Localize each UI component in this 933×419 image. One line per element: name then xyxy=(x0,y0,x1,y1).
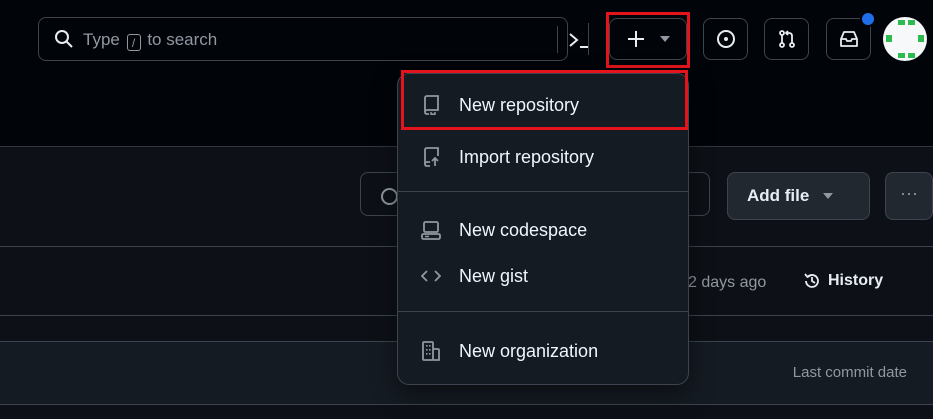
create-button-highlight xyxy=(606,12,690,68)
menu-item-new-codespace[interactable]: New codespace xyxy=(411,210,675,250)
search-divider xyxy=(557,26,558,53)
organization-icon xyxy=(421,341,441,361)
create-new-menu: New repository Import repository New cod… xyxy=(397,70,689,385)
search-icon xyxy=(54,29,74,49)
menu-divider xyxy=(398,311,688,312)
add-file-label: Add file xyxy=(747,186,810,205)
menu-item-label: New gist xyxy=(459,265,529,286)
avatar-pixel xyxy=(908,53,915,58)
menu-item-label: New organization xyxy=(459,340,599,361)
repo-icon xyxy=(421,95,441,115)
issue-opened-icon xyxy=(716,29,736,49)
inbox-icon xyxy=(839,29,859,49)
notification-dot xyxy=(860,11,876,27)
pull-requests-button[interactable] xyxy=(764,18,809,60)
slash-key-hint: / xyxy=(126,34,141,51)
code-icon xyxy=(421,266,441,286)
menu-item-label: New repository xyxy=(459,94,580,115)
triangle-down-icon xyxy=(660,36,670,42)
command-palette-icon[interactable] xyxy=(567,30,593,50)
more-options-button[interactable]: ··· xyxy=(885,172,933,220)
commit-time: 2 days ago xyxy=(688,274,767,291)
triangle-down-icon xyxy=(823,193,834,199)
history-icon xyxy=(802,271,822,291)
last-commit-date-header: Last commit date xyxy=(792,364,907,381)
header-divider xyxy=(588,23,589,55)
avatar[interactable] xyxy=(883,17,927,61)
plus-icon xyxy=(626,29,646,49)
avatar-pixel xyxy=(908,20,915,25)
menu-divider xyxy=(398,191,688,192)
avatar-pixel xyxy=(898,20,905,25)
history-label: History xyxy=(828,272,884,289)
add-file-button[interactable]: Add file xyxy=(727,172,870,220)
avatar-pixel xyxy=(886,35,892,42)
create-new-button[interactable] xyxy=(606,12,690,68)
menu-item-label: New codespace xyxy=(459,219,588,240)
search-input[interactable]: Type / to search xyxy=(38,17,589,61)
menu-item-new-gist[interactable]: New gist xyxy=(411,256,675,296)
search-icon xyxy=(381,188,398,205)
avatar-pixel xyxy=(918,35,924,42)
avatar-pixel xyxy=(898,53,905,58)
menu-item-import-repository[interactable]: Import repository xyxy=(411,137,675,177)
menu-item-new-organization[interactable]: New organization xyxy=(411,331,675,371)
codespaces-icon xyxy=(421,220,441,240)
issues-button[interactable] xyxy=(703,18,748,60)
menu-item-label: Import repository xyxy=(459,146,595,167)
search-placeholder: Type / to search xyxy=(83,30,218,51)
history-link[interactable]: History xyxy=(802,271,883,291)
repo-push-icon xyxy=(421,147,441,167)
git-pull-request-icon xyxy=(777,29,797,49)
menu-item-new-repository[interactable]: New repository xyxy=(411,85,675,125)
